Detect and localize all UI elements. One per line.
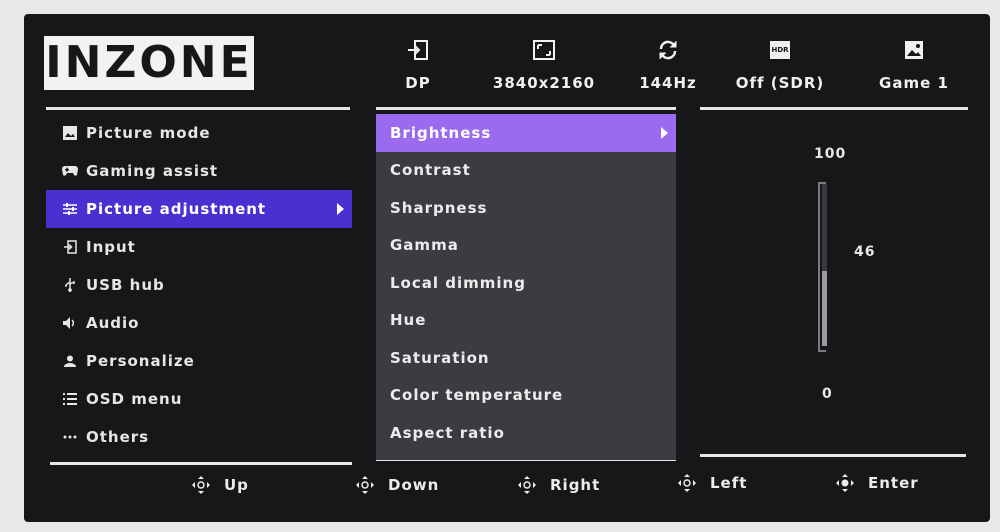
menu-item-others[interactable]: Others xyxy=(46,418,352,456)
submenu-item-label: Local dimming xyxy=(390,273,526,292)
hdr-icon: HDR xyxy=(770,41,790,59)
footer-right-label: Right xyxy=(550,476,601,494)
submenu-item-label: Brightness xyxy=(390,123,492,142)
joystick-up-icon xyxy=(192,476,210,494)
footer-enter-label: Enter xyxy=(868,474,919,492)
submenu-item-aspect-ratio[interactable]: Aspect ratio xyxy=(376,414,676,452)
divider xyxy=(46,107,350,110)
person-icon xyxy=(62,353,78,369)
submenu-item-label: Aspect ratio xyxy=(390,423,505,442)
more-icon xyxy=(62,429,78,445)
slider-fill xyxy=(822,271,827,346)
menu-item-audio[interactable]: Audio xyxy=(46,304,352,342)
usb-icon xyxy=(62,277,78,293)
slider-min-label: 0 xyxy=(822,386,833,402)
menu-item-usb-hub[interactable]: USB hub xyxy=(46,266,352,304)
status-resolution-label: 3840x2160 xyxy=(492,74,596,92)
menu-item-label: Others xyxy=(86,428,150,446)
menu-item-label: USB hub xyxy=(86,276,165,294)
menu-item-osd-menu[interactable]: OSD menu xyxy=(46,380,352,418)
menu-item-gaming-assist[interactable]: Gaming assist xyxy=(46,152,352,190)
footer-up: Up xyxy=(192,476,249,494)
footer-up-label: Up xyxy=(224,476,249,494)
joystick-left-icon xyxy=(678,474,696,492)
footer-left-label: Left xyxy=(710,474,748,492)
slider-value: 46 xyxy=(854,244,876,260)
joystick-press-icon xyxy=(836,474,854,492)
submenu-item-local-dimming[interactable]: Local dimming xyxy=(376,264,676,302)
footer-down: Down xyxy=(356,476,439,494)
value-panel: 100 46 0 xyxy=(700,114,970,458)
status-refresh-rate: 144Hz xyxy=(608,38,728,92)
submenu-item-color-temperature[interactable]: Color temperature xyxy=(376,377,676,415)
submenu-item-brightness[interactable]: Brightness xyxy=(376,114,676,152)
status-input: DP xyxy=(358,38,478,92)
menu-item-label: Picture adjustment xyxy=(86,200,267,218)
submenu-item-label: Gamma xyxy=(390,236,459,255)
submenu-item-hue[interactable]: Hue xyxy=(376,302,676,340)
inzone-logo: INZONE xyxy=(44,36,254,90)
menu-item-picture-mode[interactable]: Picture mode xyxy=(46,114,352,152)
status-picture-mode-label: Game 1 xyxy=(879,74,949,92)
divider xyxy=(700,107,968,110)
status-picture-mode: Game 1 xyxy=(854,38,974,92)
submenu-item-contrast[interactable]: Contrast xyxy=(376,152,676,190)
submenu-item-label: Saturation xyxy=(390,348,490,367)
submenu-item-gamma[interactable]: Gamma xyxy=(376,227,676,265)
brightness-slider[interactable] xyxy=(822,184,827,346)
submenu-item-label: Sharpness xyxy=(390,198,488,217)
menu-item-label: Picture mode xyxy=(86,124,211,142)
slider-max-label: 100 xyxy=(814,146,847,162)
input-icon xyxy=(358,38,478,62)
menu-item-label: Audio xyxy=(86,314,140,332)
chevron-right-icon xyxy=(337,203,344,215)
menu-item-picture-adjustment[interactable]: Picture adjustment xyxy=(46,190,352,228)
gamepad-icon xyxy=(62,163,78,179)
menu-item-label: OSD menu xyxy=(86,390,183,408)
footer-enter: Enter xyxy=(836,474,919,492)
joystick-down-icon xyxy=(356,476,374,494)
menu-item-label: Gaming assist xyxy=(86,162,219,180)
footer-down-label: Down xyxy=(388,476,440,494)
osd-window: INZONE DP 3840x2160 144Hz HDR Off (SDR) … xyxy=(24,14,990,522)
divider xyxy=(50,462,352,465)
refresh-rate-icon xyxy=(608,38,728,62)
submenu-item-saturation[interactable]: Saturation xyxy=(376,339,676,377)
submenu-item-label: Contrast xyxy=(390,161,471,180)
status-hdr: HDR Off (SDR) xyxy=(720,38,840,92)
status-hdr-label: Off (SDR) xyxy=(735,74,825,92)
status-refresh-label: 144Hz xyxy=(639,74,697,92)
submenu-item-sharpness[interactable]: Sharpness xyxy=(376,189,676,227)
status-resolution: 3840x2160 xyxy=(484,38,604,92)
picture-mode-icon xyxy=(854,38,974,62)
chevron-right-icon xyxy=(661,127,668,139)
menu-item-label: Personalize xyxy=(86,352,195,370)
submenu-item-label: Hue xyxy=(390,311,427,330)
menu-item-personalize[interactable]: Personalize xyxy=(46,342,352,380)
main-menu: Picture mode Gaming assist Picture adjus… xyxy=(46,114,352,456)
input-icon xyxy=(62,239,78,255)
submenu-panel: Brightness Contrast Sharpness Gamma Loca… xyxy=(376,114,676,460)
menu-item-label: Input xyxy=(86,238,136,256)
footer-right: Right xyxy=(518,476,600,494)
speaker-icon xyxy=(62,315,78,331)
status-input-label: DP xyxy=(405,74,431,92)
list-icon xyxy=(62,391,78,407)
resolution-icon xyxy=(484,38,604,62)
submenu-item-label: Color temperature xyxy=(390,386,564,405)
menu-item-input[interactable]: Input xyxy=(46,228,352,266)
picture-mode-icon xyxy=(62,125,78,141)
joystick-right-icon xyxy=(518,476,536,494)
footer-left: Left xyxy=(678,474,747,492)
sliders-icon xyxy=(62,201,78,217)
divider xyxy=(376,107,676,110)
